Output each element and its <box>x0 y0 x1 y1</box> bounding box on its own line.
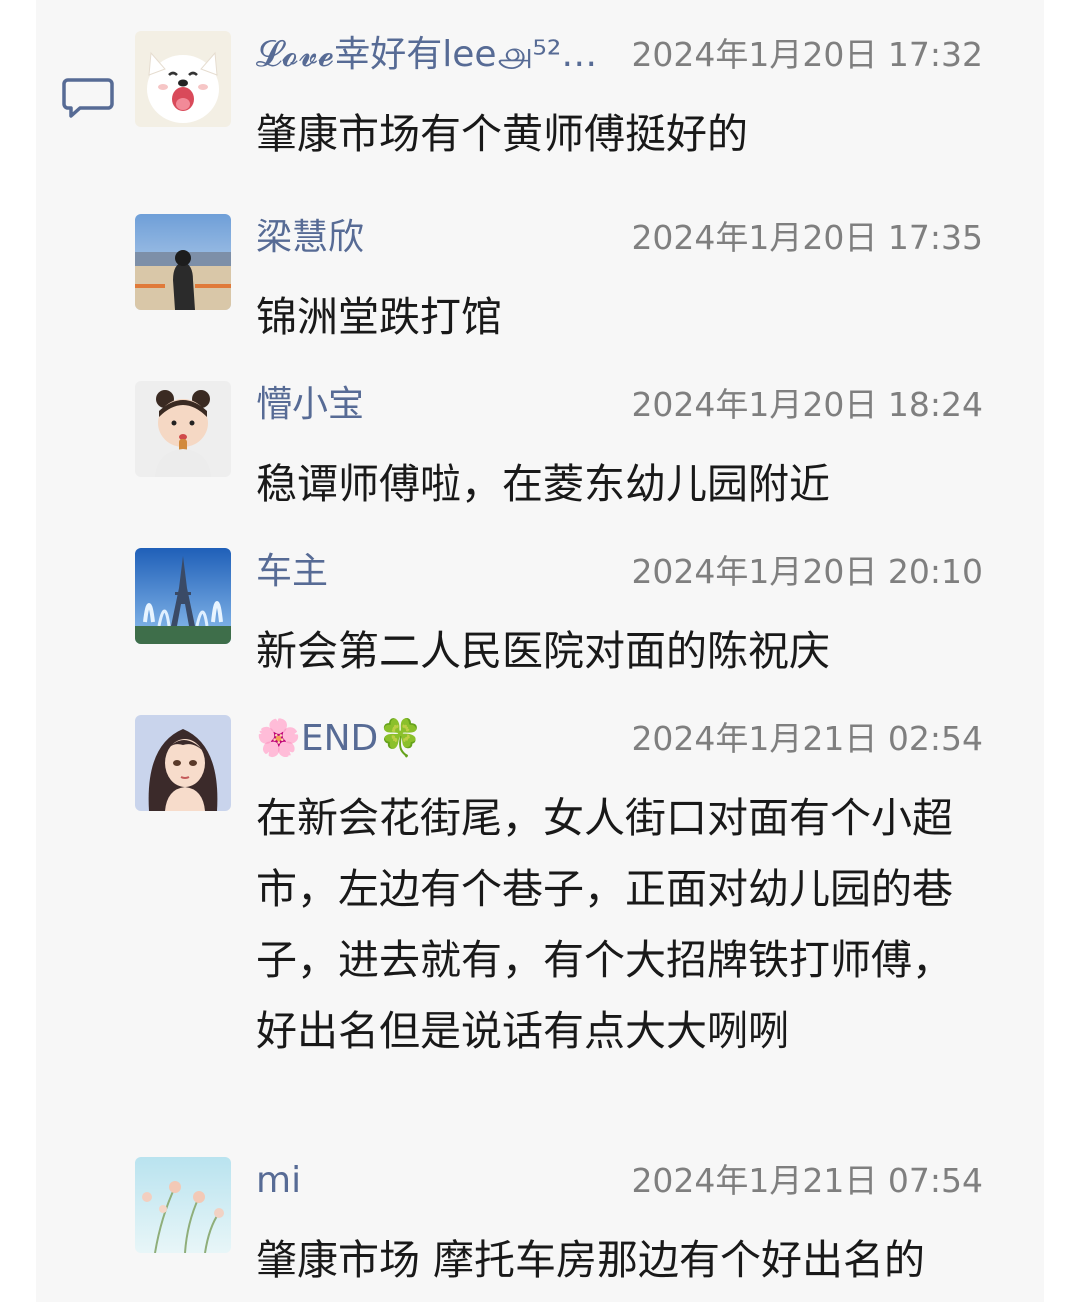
avatar-flowers[interactable] <box>135 1157 231 1253</box>
comment-author-name[interactable]: mi <box>256 1157 301 1205</box>
comment-timestamp: 2024年1月20日 18:24 <box>631 385 983 424</box>
avatar-anime-girl[interactable] <box>135 715 231 811</box>
comment-author-name[interactable]: 车主 <box>256 548 328 596</box>
comment-timestamp: 2024年1月20日 17:35 <box>631 218 983 257</box>
avatar-eiffel-tower[interactable] <box>135 548 231 644</box>
comment-text: 在新会花街尾，女人街口对面有个小超市，左边有个巷子，正面对幼儿园的巷子，进去就有… <box>256 794 953 1055</box>
comment-timestamp: 2024年1月21日 07:54 <box>631 1161 983 1200</box>
comment-author-name[interactable]: 🌸END🍀 <box>256 715 423 763</box>
avatar-baby[interactable] <box>135 381 231 477</box>
avatar-samoyed[interactable] <box>135 31 231 127</box>
comment-timestamp: 2024年1月20日 17:32 <box>631 35 983 74</box>
avatar-girl-seaside[interactable] <box>135 214 231 310</box>
comment-timestamp: 2024年1月21日 02:54 <box>631 719 983 758</box>
comment-text: 肇康市场有个黄师傅挺好的 <box>256 110 748 158</box>
comment-author-name[interactable]: 梁慧欣 <box>256 214 364 262</box>
comment-text: 稳谭师傅啦，在菱东幼儿园附近 <box>256 460 830 508</box>
comment-author-name[interactable]: 𝓛𝓸𝓿𝓮幸好有lee௮⁵²… <box>256 31 597 79</box>
comment-bubble-icon <box>62 78 114 118</box>
comment-text: 锦洲堂跌打馆 <box>256 293 502 341</box>
comment-text: 肇康市场 摩托车房那边有个好出名的 <box>256 1236 926 1284</box>
comment-timestamp: 2024年1月20日 20:10 <box>631 552 983 591</box>
comment-author-name[interactable]: 懵小宝 <box>256 381 364 429</box>
comment-text: 新会第二人民医院对面的陈祝庆 <box>256 627 830 675</box>
